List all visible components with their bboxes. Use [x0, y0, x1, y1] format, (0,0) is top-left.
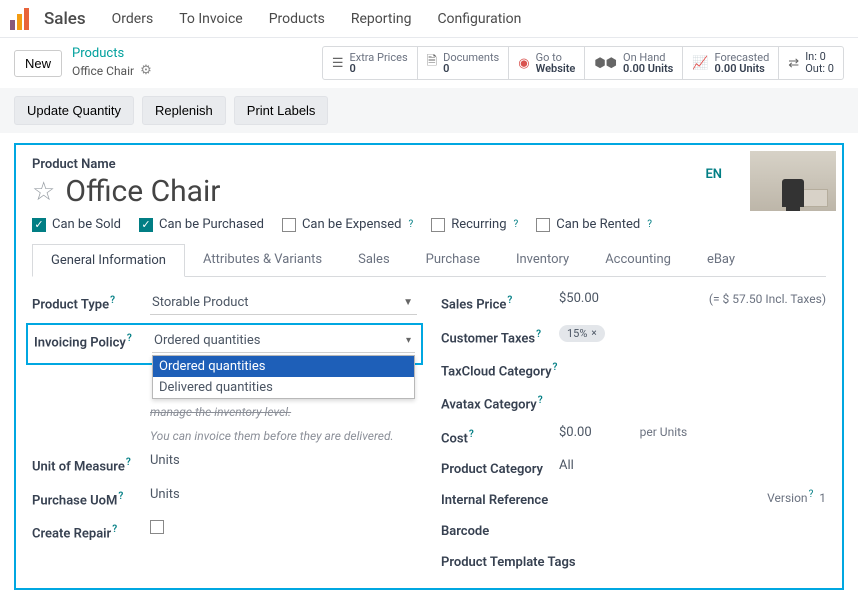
product-category-label: Product Category	[441, 462, 543, 477]
breadcrumb: Products Office Chair ⚙	[72, 46, 152, 80]
language-badge[interactable]: EN	[705, 167, 722, 182]
version-label: Version	[767, 491, 807, 505]
invoicing-policy-label: Invoicing Policy	[34, 336, 126, 351]
customer-tax-tag[interactable]: 15%×	[559, 325, 605, 342]
sales-price-value[interactable]: $50.00	[559, 291, 599, 306]
globe-icon: ◉	[518, 56, 529, 71]
stat-buttons: ☰ Extra Prices0 🗎 Documents0 ◉ Go toWebs…	[322, 46, 844, 80]
invoicing-policy-dropdown: Ordered quantities Delivered quantities	[152, 355, 415, 399]
can-be-purchased-checkbox[interactable]: ✓Can be Purchased	[139, 217, 264, 232]
sales-price-label: Sales Price	[441, 298, 506, 313]
nav-products[interactable]: Products	[259, 11, 335, 27]
invoicing-policy-select[interactable]: Ordered quantities▾	[152, 329, 415, 353]
tab-ebay[interactable]: eBay	[689, 244, 753, 276]
can-be-rented-checkbox[interactable]: Can be Rented?	[536, 217, 652, 232]
version-value: 1	[819, 491, 826, 505]
product-form: Product Name ☆ Office Chair EN ✓Can be S…	[14, 143, 844, 590]
favorite-star-icon[interactable]: ☆	[32, 177, 55, 207]
product-category-value[interactable]: All	[559, 458, 574, 473]
stat-goto-website[interactable]: ◉ Go toWebsite	[509, 47, 585, 79]
app-logo-icon	[10, 8, 32, 30]
stat-documents[interactable]: 🗎 Documents0	[418, 47, 510, 79]
chart-icon: 📈	[692, 56, 708, 71]
replenish-button[interactable]: Replenish	[142, 96, 226, 125]
avatax-category-label: Avatax Category	[441, 398, 537, 413]
breadcrumb-parent[interactable]: Products	[72, 46, 152, 63]
product-name[interactable]: Office Chair	[65, 174, 220, 209]
product-type-select[interactable]: Storable Product▼	[150, 291, 417, 315]
boxes-icon: ⬢⬢	[594, 56, 617, 71]
can-be-sold-checkbox[interactable]: ✓Can be Sold	[32, 217, 121, 232]
list-icon: ☰	[332, 56, 344, 71]
cost-label: Cost	[441, 431, 468, 446]
taxcloud-category-label: TaxCloud Category	[441, 364, 552, 379]
print-labels-button[interactable]: Print Labels	[234, 96, 329, 125]
update-quantity-button[interactable]: Update Quantity	[14, 96, 134, 125]
unit-of-measure-label: Unit of Measure	[32, 460, 125, 475]
tab-accounting[interactable]: Accounting	[587, 244, 689, 276]
breadcrumb-current: Office Chair	[72, 64, 134, 80]
unit-of-measure-value[interactable]: Units	[150, 453, 180, 468]
invoicing-option-ordered[interactable]: Ordered quantities	[153, 356, 414, 377]
stat-in-out[interactable]: ⇄ In: 0Out: 0	[779, 47, 843, 79]
can-be-expensed-checkbox[interactable]: Can be Expensed?	[282, 217, 413, 232]
nav-reporting[interactable]: Reporting	[341, 11, 422, 27]
nav-to-invoice[interactable]: To Invoice	[169, 11, 253, 27]
sales-price-incl: (= $ 57.50 Incl. Taxes)	[709, 292, 826, 306]
product-type-label: Product Type	[32, 298, 109, 313]
tab-attributes-variants[interactable]: Attributes & Variants	[185, 244, 340, 276]
create-repair-label: Create Repair	[32, 526, 111, 541]
helper-text: You can invoice them before they are del…	[150, 429, 417, 443]
gear-icon[interactable]: ⚙	[140, 63, 152, 80]
nav-orders[interactable]: Orders	[102, 11, 164, 27]
cost-value[interactable]: $0.00	[559, 425, 592, 440]
remove-tag-icon[interactable]: ×	[591, 328, 596, 339]
left-column: Product Type? Storable Product▼ Invoicin…	[32, 291, 417, 570]
caret-down-icon: ▼	[403, 297, 413, 308]
new-button[interactable]: New	[14, 50, 62, 77]
tab-sales[interactable]: Sales	[340, 244, 408, 276]
tab-purchase[interactable]: Purchase	[408, 244, 498, 276]
nav-configuration[interactable]: Configuration	[427, 11, 531, 27]
tab-inventory[interactable]: Inventory	[498, 244, 587, 276]
product-template-tags-label: Product Template Tags	[441, 555, 576, 570]
purchase-uom-label: Purchase UoM	[32, 493, 117, 508]
right-column: Sales Price? $50.00(= $ 57.50 Incl. Taxe…	[441, 291, 826, 570]
app-title[interactable]: Sales	[44, 9, 86, 29]
top-nav: Sales Orders To Invoice Products Reporti…	[0, 0, 858, 38]
helper-text-strike: manage the inventory level.	[150, 405, 417, 419]
barcode-label: Barcode	[441, 524, 489, 539]
stat-forecasted[interactable]: 📈 Forecasted0.00 Units	[683, 47, 779, 79]
tabs: General Information Attributes & Variant…	[32, 244, 826, 277]
tab-general-information[interactable]: General Information	[32, 244, 185, 277]
internal-reference-label: Internal Reference	[441, 493, 548, 508]
cost-unit: per Units	[640, 425, 688, 439]
recurring-checkbox[interactable]: Recurring?	[431, 217, 518, 232]
product-image[interactable]	[750, 151, 836, 211]
action-bar: Update Quantity Replenish Print Labels	[0, 88, 858, 133]
purchase-uom-value[interactable]: Units	[150, 487, 180, 502]
customer-taxes-label: Customer Taxes	[441, 331, 535, 346]
control-bar: New Products Office Chair ⚙ ☰ Extra Pric…	[0, 38, 858, 88]
document-icon: 🗎	[427, 52, 437, 74]
caret-down-icon: ▾	[406, 335, 411, 346]
create-repair-checkbox[interactable]	[150, 520, 164, 534]
invoicing-option-delivered[interactable]: Delivered quantities	[153, 377, 414, 398]
transfer-icon: ⇄	[788, 56, 799, 71]
stat-extra-prices[interactable]: ☰ Extra Prices0	[323, 47, 418, 79]
stat-on-hand[interactable]: ⬢⬢ On Hand0.00 Units	[585, 47, 683, 79]
